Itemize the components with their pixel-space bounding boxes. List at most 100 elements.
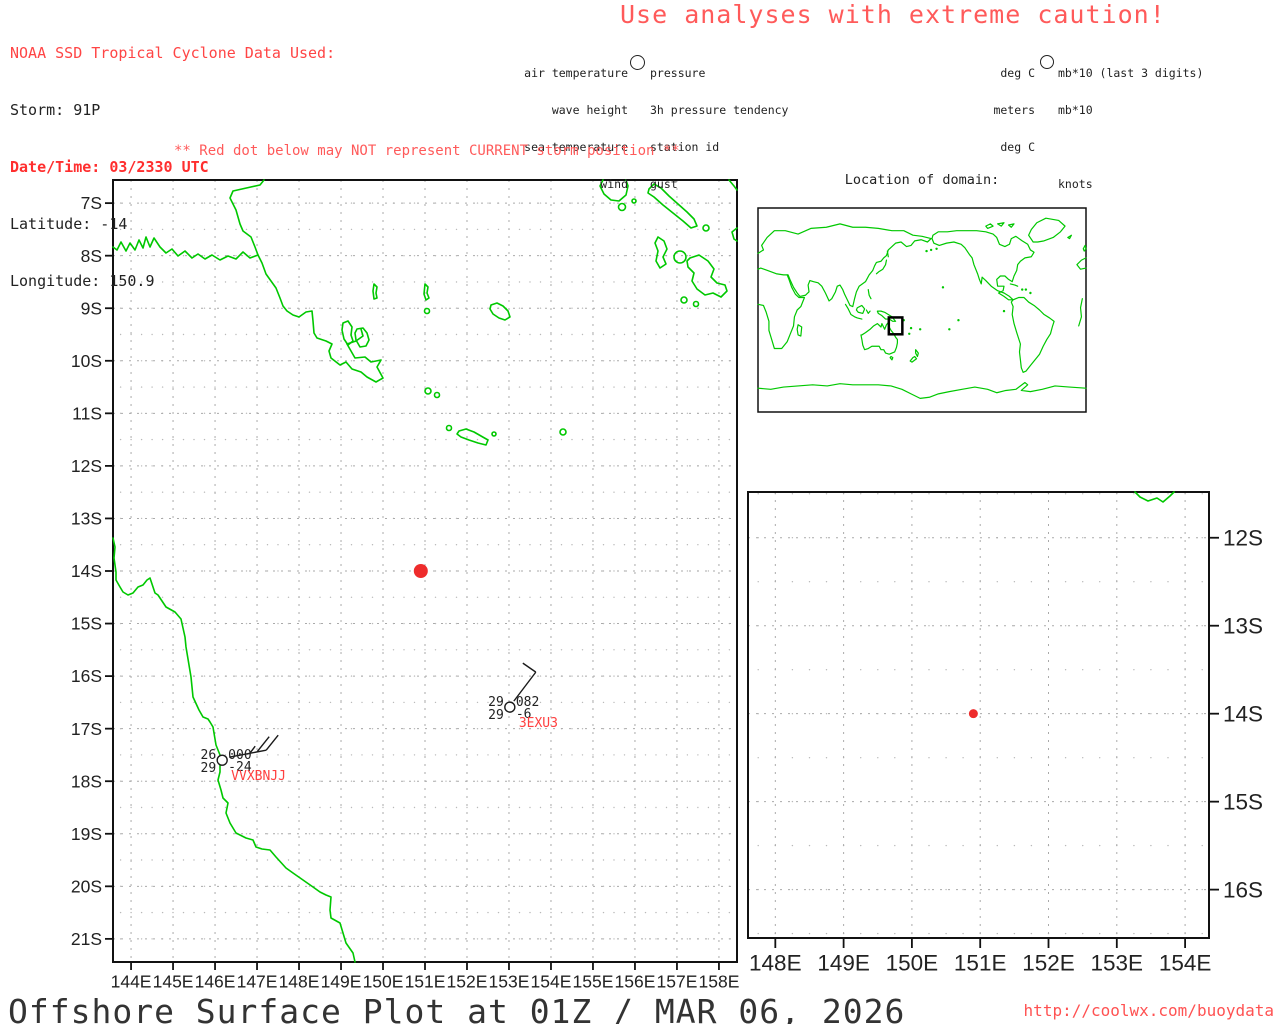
grid-dot: [707, 754, 710, 756]
grid-dot: [151, 412, 153, 414]
grid-dot: [182, 885, 185, 887]
grid-dot: [560, 806, 563, 809]
grid-dot: [539, 228, 542, 231]
grid-dot: [623, 885, 626, 887]
grid-dot: [455, 228, 458, 231]
buoydata-url-link[interactable]: http://coolwx.com/buoydata: [1024, 1001, 1274, 1020]
grid-dot: [151, 491, 153, 493]
islet: [680, 296, 688, 304]
grid-dot: [1133, 581, 1135, 583]
grid-dot: [434, 806, 437, 809]
grid-dot: [140, 517, 143, 520]
grid-dot: [266, 491, 269, 493]
grid-dot: [1099, 669, 1101, 671]
grid-dot: [445, 412, 447, 414]
grid-dot: [203, 570, 206, 572]
grid-dot: [235, 412, 237, 414]
grid-dot: [287, 412, 290, 414]
grid-dot: [791, 800, 794, 803]
grid-dot: [686, 465, 689, 467]
grid-dot: [571, 491, 573, 493]
grid-dot: [277, 806, 279, 809]
grid-dot: [151, 675, 153, 677]
caution-banner: Use analyses with extreme caution!: [620, 0, 1166, 29]
x-tick-label: 150E: [886, 951, 939, 976]
grid-dot: [1167, 932, 1169, 935]
grid-dot: [686, 859, 689, 861]
grid-dot: [539, 833, 542, 835]
grid-dot: [266, 675, 269, 677]
grid-dot: [403, 596, 405, 598]
grid-dot: [697, 544, 699, 546]
grid-dot: [529, 859, 531, 861]
grid-dot: [382, 544, 384, 546]
grid-dot: [298, 386, 300, 388]
grid-dot: [686, 596, 689, 598]
grid-dot: [350, 517, 353, 520]
grid-dot: [308, 491, 311, 493]
grid-dot: [224, 806, 227, 809]
grid-dot: [193, 596, 195, 598]
grid-dot: [962, 844, 964, 847]
grid-dot: [613, 911, 615, 914]
grid-dot: [655, 622, 657, 625]
grid-dot: [1064, 888, 1067, 891]
world-island-dot: [908, 332, 911, 335]
grid-dot: [182, 649, 185, 651]
grid-dot: [707, 307, 710, 309]
grid-dot: [277, 465, 279, 467]
grid-dot: [487, 544, 489, 546]
legend-wind: wind: [600, 177, 628, 192]
grid-dot: [623, 412, 626, 414]
grid-dot: [707, 728, 710, 730]
grid-dot: [329, 596, 332, 598]
grid-dot: [382, 333, 384, 336]
grid-dot: [497, 911, 500, 914]
grid-dot: [518, 833, 521, 835]
grid-dot: [613, 491, 615, 493]
grid-dot: [403, 228, 405, 231]
grid-dot: [287, 649, 290, 651]
grid-dot: [182, 780, 185, 782]
grid-dot: [539, 570, 542, 572]
grid-dot: [413, 544, 416, 546]
grid-dot: [434, 412, 437, 414]
grid-dot: [319, 622, 321, 625]
grid-dot: [214, 911, 216, 914]
grid-dot: [434, 754, 437, 756]
grid-dot: [623, 438, 626, 441]
grid-dot: [497, 281, 500, 283]
grid-dot: [581, 491, 584, 493]
grid-dot: [161, 859, 164, 861]
grid-dot: [928, 537, 930, 539]
x-tick-label: 149E: [321, 972, 362, 992]
grid-dot: [235, 465, 237, 467]
grid-dot: [413, 517, 416, 520]
grid-dot: [424, 754, 426, 756]
grid-dot: [182, 859, 185, 861]
grid-dot: [613, 438, 615, 441]
grid-dot: [119, 333, 122, 336]
grid-dot: [172, 333, 174, 336]
grid-dot: [697, 596, 699, 598]
grid-dot: [455, 780, 458, 782]
world-island-dot: [1021, 288, 1024, 291]
y-tick-label: 21S: [71, 929, 102, 949]
grid-dot: [602, 255, 605, 257]
grid-dot: [403, 780, 405, 782]
grid-dot: [560, 649, 563, 651]
grid-dot: [497, 491, 500, 493]
grid-dot: [266, 728, 269, 730]
grid-dot: [298, 806, 300, 809]
grid-dot: [140, 859, 143, 861]
grid-dot: [581, 307, 584, 309]
grid-dot: [434, 911, 437, 914]
grid-dot: [613, 544, 615, 546]
grid-dot: [203, 780, 206, 782]
grid-dot: [392, 491, 395, 493]
grid-dot: [277, 491, 279, 493]
grid-dot: [550, 544, 552, 546]
grid-dot: [613, 806, 615, 809]
grid-dot: [825, 581, 828, 583]
grid-dot: [277, 386, 279, 388]
